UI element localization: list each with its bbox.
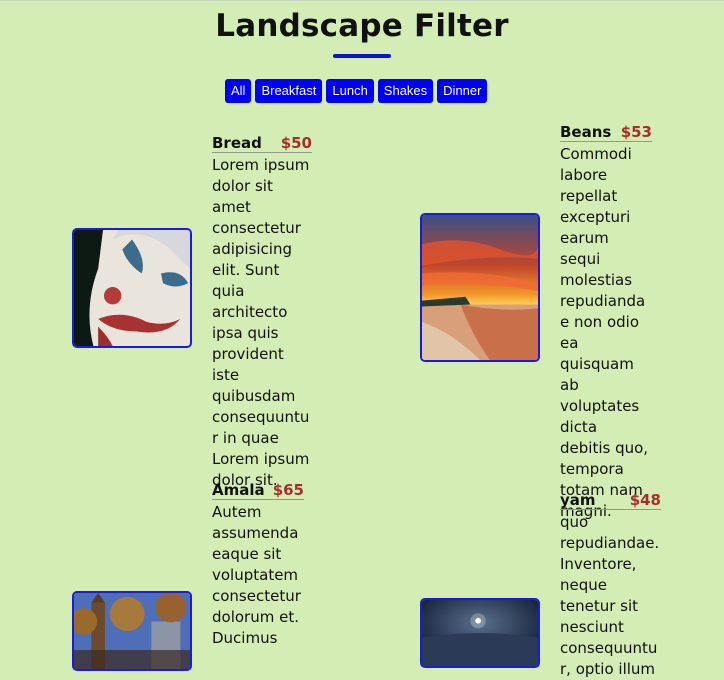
- item-name: Beans: [560, 123, 612, 141]
- item-name: yam: [560, 491, 596, 509]
- item-description: Autem assumenda eaque sit voluptatem con…: [212, 503, 301, 647]
- item-name: Bread: [212, 134, 262, 152]
- filter-breakfast-button[interactable]: Breakfast: [255, 79, 323, 103]
- moon-night-image: [420, 598, 540, 668]
- sunset-beach-image: [420, 213, 540, 362]
- item-header: yam $48: [560, 490, 661, 510]
- item-price: $53: [620, 123, 652, 141]
- item-description: Lorem ipsum dolor sit amet consectetur a…: [212, 156, 310, 489]
- top-border: [0, 0, 724, 1]
- filter-all-button[interactable]: All: [225, 79, 252, 103]
- clown-face-image: [72, 228, 192, 348]
- filter-bar: All Breakfast Lunch Shakes Dinner: [225, 79, 488, 103]
- item-price: $50: [280, 134, 312, 152]
- item-description: Commodi labore repellat excepturi earum …: [560, 145, 649, 520]
- page-title: Landscape Filter: [215, 8, 509, 44]
- title-underline: [333, 54, 391, 58]
- item-description: quo repudiandae. Inventore, neque tenetu…: [560, 513, 660, 678]
- filter-lunch-button[interactable]: Lunch: [326, 79, 374, 103]
- item-header: Beans $53: [560, 122, 652, 142]
- item-price: $48: [629, 491, 661, 509]
- filter-dinner-button[interactable]: Dinner: [437, 79, 488, 103]
- filter-shakes-button[interactable]: Shakes: [377, 79, 434, 103]
- city-tower-image: [72, 591, 192, 671]
- item-header: Bread $50: [212, 133, 312, 153]
- item-name: Amala: [212, 481, 265, 499]
- item-price: $65: [272, 481, 304, 499]
- item-header: Amala $65: [212, 480, 304, 500]
